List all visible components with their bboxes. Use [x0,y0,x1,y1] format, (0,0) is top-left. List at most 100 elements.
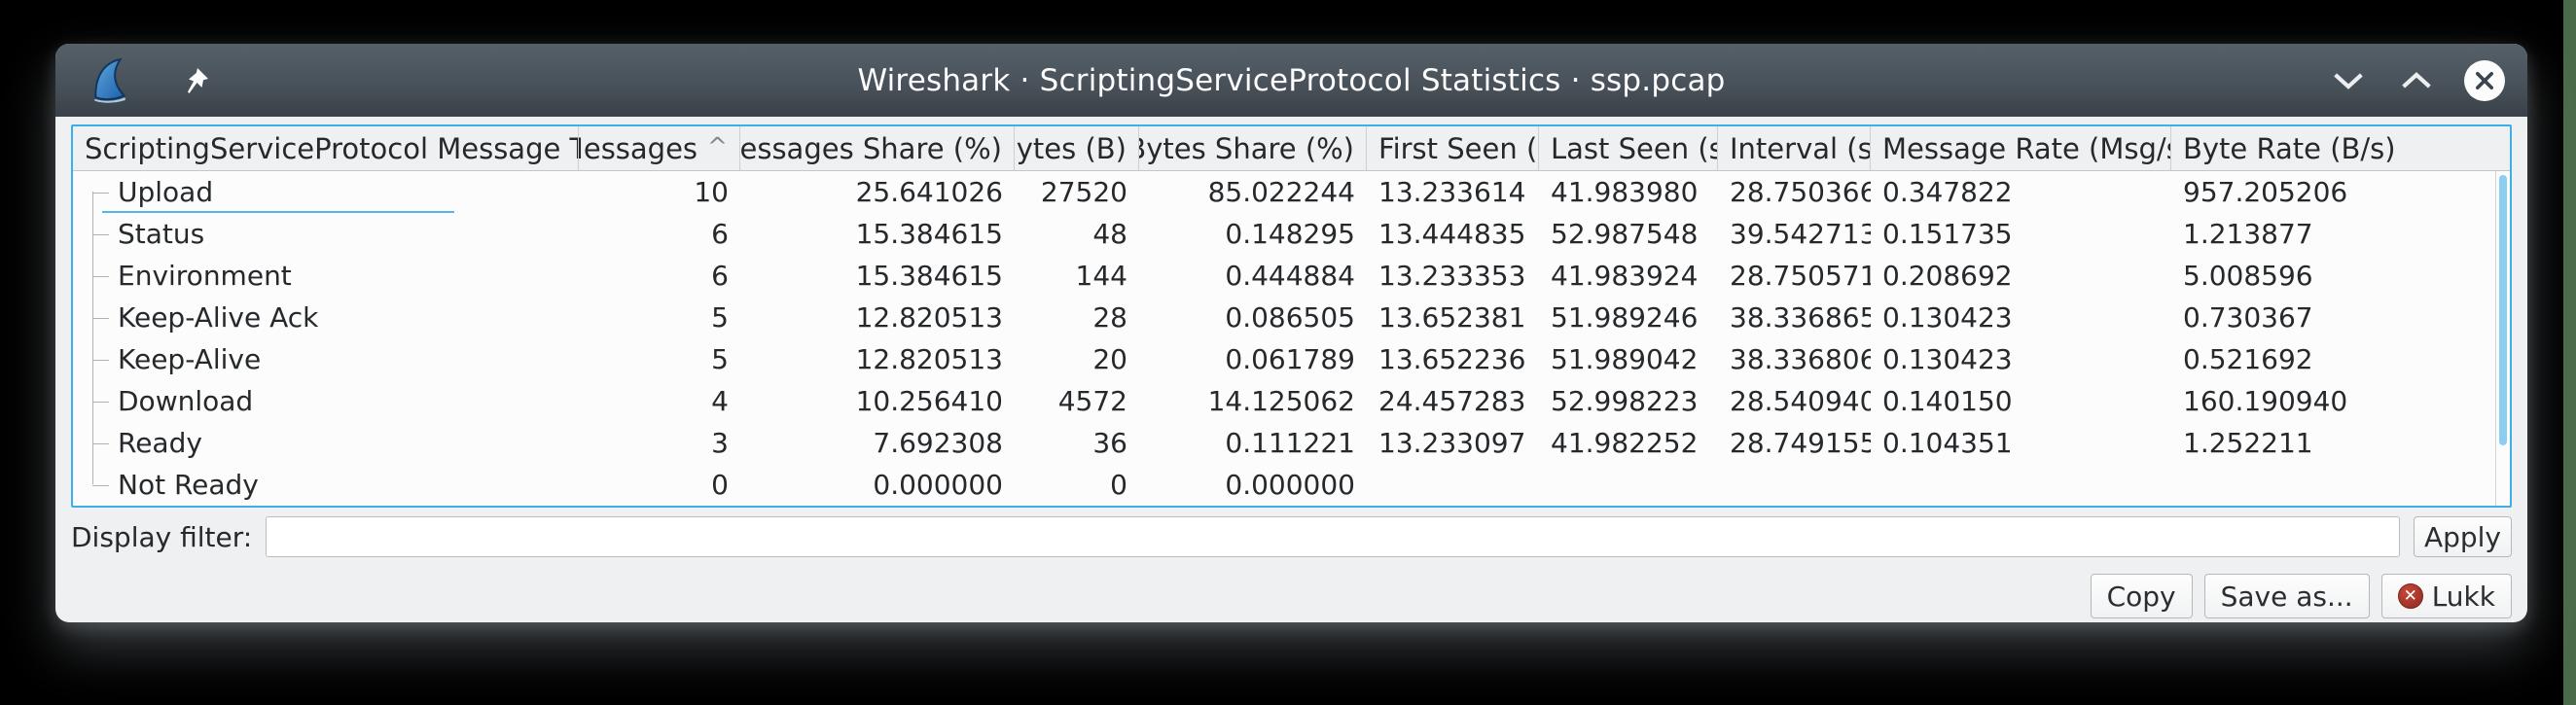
table-row-ready[interactable]: Ready37.692308360.11122113.23309741.9822… [73,422,2495,464]
value-cell: 12.820513 [740,297,1015,338]
copy-button[interactable]: Copy [2091,574,2193,618]
display-filter-input[interactable] [266,516,2400,557]
column-header-messages-share[interactable]: Messages Share (%) [740,126,1015,170]
value-cell [1871,464,2171,506]
column-header-bytes-b[interactable]: Bytes (B) [1015,126,1139,170]
column-header-bytes-share[interactable]: Bytes Share (%) [1139,126,1367,170]
value-cell: 1.213877 [2171,213,2495,255]
value-cell: 160.190940 [2171,380,2495,422]
close-window-button[interactable] [2463,59,2506,102]
message-type-cell: Environment [73,255,579,297]
column-header-label: Message Rate (Msg/s) [1882,132,2171,165]
table-row-status[interactable]: Status615.384615480.14829513.44483552.98… [73,213,2495,255]
value-cell: 6 [579,255,740,297]
value-cell: 20 [1015,338,1139,380]
table-row-download[interactable]: Download410.256410457214.12506224.457283… [73,380,2495,422]
statistics-table: ScriptingServiceProtocol Message TypeMes… [71,124,2512,508]
close-dialog-button[interactable]: ✕ Lukk [2381,574,2512,618]
value-cell [2171,464,2495,506]
value-cell [1718,464,1871,506]
column-header-label: Messages Share (%) [740,132,1002,165]
vertical-scrollbar[interactable] [2495,171,2510,506]
value-cell: 4 [579,380,740,422]
table-row-keep-alive[interactable]: Keep-Alive512.820513200.06178913.6522365… [73,338,2495,380]
message-type-cell: Upload [73,171,579,213]
value-cell: 13.652236 [1367,338,1539,380]
column-header-label: Interval (s) [1730,132,1871,165]
table-row-keep-alive-ack[interactable]: Keep-Alive Ack512.820513280.08650513.652… [73,297,2495,338]
value-cell: 52.987548 [1539,213,1718,255]
column-header-label: ScriptingServiceProtocol Message Type [85,132,579,165]
value-cell: 39.542713 [1718,213,1871,255]
value-cell: 14.125062 [1139,380,1367,422]
column-header-label: Bytes Share (%) [1139,132,1354,165]
value-cell: 5 [579,297,740,338]
column-header-label: Last Seen (s) [1551,132,1718,165]
maximize-button[interactable] [2395,59,2438,102]
sort-ascending-indicator: ^ [707,132,728,160]
value-cell: 0.086505 [1139,297,1367,338]
message-type-cell: Status [73,213,579,255]
minimize-button[interactable] [2327,59,2370,102]
dialog-close-icon: ✕ [2398,583,2423,609]
screenshot-stage: Wireshark · ScriptingServiceProtocol Sta… [0,0,2576,705]
display-filter-label: Display filter: [71,521,252,553]
value-cell: 0.151735 [1871,213,2171,255]
column-header-label: Byte Rate (B/s) [2183,132,2396,165]
value-cell: 28.540940 [1718,380,1871,422]
value-cell: 0.208692 [1871,255,2171,297]
scrollbar-handle[interactable] [2499,175,2507,445]
message-type-cell: Download [73,380,579,422]
value-cell [1367,464,1539,506]
value-cell: 5 [579,338,740,380]
value-cell: 0.000000 [740,464,1015,506]
value-cell: 0.104351 [1871,422,2171,464]
message-type-cell: Not Ready [73,464,579,506]
value-cell: 0.140150 [1871,380,2171,422]
value-cell: 3 [579,422,740,464]
apply-button[interactable]: Apply [2414,516,2512,557]
value-cell: 51.989246 [1539,297,1718,338]
desktop-background-edge [2563,0,2576,705]
chevron-down-icon [2332,70,2365,91]
column-header-interval-s[interactable]: Interval (s) [1718,126,1871,170]
value-cell: 10 [579,171,740,213]
column-header-scriptingserviceprotocol-message-type[interactable]: ScriptingServiceProtocol Message Type [73,126,579,170]
value-cell: 41.983924 [1539,255,1718,297]
message-type-cell: Keep-Alive [73,338,579,380]
value-cell: 10.256410 [740,380,1015,422]
column-header-message-rate-msg-s[interactable]: Message Rate (Msg/s) [1871,126,2171,170]
column-header-byte-rate-b-s[interactable]: Byte Rate (B/s) [2171,126,2510,170]
value-cell: 0.148295 [1139,213,1367,255]
column-header-first-seen-s[interactable]: First Seen (s) [1367,126,1539,170]
value-cell: 0.130423 [1871,297,2171,338]
table-row-upload[interactable]: Upload1025.6410262752085.02224413.233614… [73,171,2495,213]
titlebar[interactable]: Wireshark · ScriptingServiceProtocol Sta… [55,44,2527,117]
display-filter-row: Display filter: Apply [71,516,2512,557]
save-as-button[interactable]: Save as... [2204,574,2370,618]
table-header-row: ScriptingServiceProtocol Message TypeMes… [73,126,2510,171]
value-cell: 85.022244 [1139,171,1367,213]
table-row-environment[interactable]: Environment615.3846151440.44488413.23335… [73,255,2495,297]
column-header-last-seen-s[interactable]: Last Seen (s) [1539,126,1718,170]
wireshark-statistics-window: Wireshark · ScriptingServiceProtocol Sta… [55,44,2527,622]
value-cell: 36 [1015,422,1139,464]
value-cell: 4572 [1015,380,1139,422]
value-cell: 27520 [1015,171,1139,213]
value-cell: 41.982252 [1539,422,1718,464]
dialog-action-buttons: Copy Save as... ✕ Lukk [71,574,2512,618]
value-cell: 15.384615 [740,213,1015,255]
value-cell: 13.233097 [1367,422,1539,464]
value-cell: 0.130423 [1871,338,2171,380]
value-cell: 51.989042 [1539,338,1718,380]
value-cell: 52.998223 [1539,380,1718,422]
value-cell: 13.652381 [1367,297,1539,338]
value-cell: 6 [579,213,740,255]
value-cell: 38.336806 [1718,338,1871,380]
value-cell: 13.444835 [1367,213,1539,255]
table-row-not-ready[interactable]: Not Ready00.00000000.000000 [73,464,2495,506]
column-header-messages[interactable]: Messages^ [579,126,740,170]
value-cell: 0.061789 [1139,338,1367,380]
value-cell: 28.750366 [1718,171,1871,213]
value-cell: 38.336865 [1718,297,1871,338]
